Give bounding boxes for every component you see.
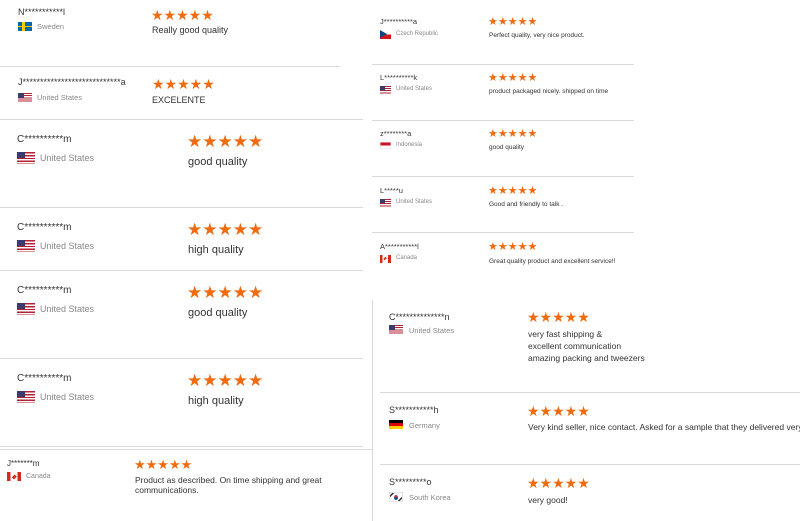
rating-stars: ★★★★★ [488, 72, 538, 84]
us-flag-icon [17, 240, 35, 252]
rating-stars: ★★★★★ [488, 185, 538, 197]
rating-stars: ★★★★★ [187, 371, 264, 390]
review-text: good quality [489, 144, 525, 151]
rating-stars: ★★★★★ [134, 457, 193, 472]
reviewer-country: United States [40, 153, 95, 163]
rating-stars: ★★★★★ [527, 309, 590, 325]
germany-flag-icon [389, 420, 403, 429]
review-card: L*****u United States ★★★★★ Good and fri… [372, 177, 634, 233]
review-card: J*******m Canada ★★★★★ Product as descri… [0, 449, 372, 521]
us-flag-icon [17, 391, 35, 403]
reviewer-country: United States [409, 326, 455, 335]
reviewer-country: Czech Republic [396, 31, 439, 37]
rating-stars: ★★★★★ [187, 220, 264, 239]
reviewer-name: z********a [380, 129, 412, 138]
review-text: EXCELENTE [152, 95, 206, 105]
review-text: Really good quality [152, 25, 229, 35]
us-flag-icon [389, 325, 403, 334]
sweden-flag-icon [18, 22, 32, 31]
review-card: C**********m United States ★★★★★ good qu… [0, 271, 363, 359]
review-text: high quality [188, 244, 244, 256]
review-card: C**************n United States ★★★★★ ver… [380, 300, 800, 393]
rating-stars: ★★★★★ [488, 241, 538, 253]
reviewer-name: S***********h [389, 405, 439, 415]
review-text: product packaged nicely. shipped on time [489, 88, 609, 95]
review-text: very fast shipping & excellent communica… [528, 329, 645, 363]
reviewer-name: S*********o [389, 477, 432, 487]
reviewer-name: J*******m [7, 459, 40, 468]
column-divider [372, 300, 373, 521]
review-text: good quality [188, 156, 248, 168]
south-korea-flag-icon [389, 492, 403, 502]
reviewer-country: United States [37, 93, 83, 102]
review-card: z********a Indonesia ★★★★★ good quality [372, 121, 634, 177]
review-card: J**********a Czech Republic ★★★★★ Perfec… [372, 8, 634, 65]
us-flag-icon [17, 303, 35, 315]
review-text: Great quality product and excellent serv… [489, 258, 616, 265]
reviewer-name: L**********k [380, 73, 418, 82]
us-flag-icon [380, 86, 391, 94]
reviewer-country: Canada [26, 473, 51, 480]
reviewer-name: N***********l [18, 7, 66, 17]
reviewer-country: Canada [396, 255, 418, 261]
us-flag-icon [18, 93, 32, 102]
reviewer-country: United States [396, 199, 433, 205]
reviewer-country: United States [40, 304, 95, 314]
indonesia-flag-icon [380, 142, 391, 149]
review-text: good quality [188, 307, 248, 319]
reviewer-name: L*****u [380, 186, 403, 195]
review-text: very good! [528, 495, 568, 505]
czech-flag-icon [380, 30, 391, 39]
reviewer-country: Sweden [37, 22, 65, 31]
review-card: N***********l Sweden ★★★★★ Really good q… [0, 0, 340, 67]
reviewer-name: J**********a [380, 17, 418, 26]
reviewer-name: J****************************a [18, 77, 126, 87]
rating-stars: ★★★★★ [488, 16, 538, 28]
reviewer-country: South Korea [409, 493, 451, 502]
review-text: Very kind seller, nice contact. Asked fo… [528, 422, 800, 432]
reviewer-name: C**********m [17, 134, 72, 145]
review-card: C**********m United States ★★★★★ high qu… [0, 208, 363, 271]
rating-stars: ★★★★★ [151, 7, 214, 23]
reviewer-name: C**********m [17, 285, 72, 296]
reviewer-country: United States [40, 392, 95, 402]
rating-stars: ★★★★★ [152, 76, 215, 92]
review-text: high quality [188, 395, 244, 407]
us-flag-icon [17, 152, 35, 164]
review-card: J****************************a United St… [0, 67, 363, 120]
review-card: L**********k United States ★★★★★ product… [372, 65, 634, 121]
reviewer-country: United States [40, 241, 95, 251]
rating-stars: ★★★★★ [527, 403, 590, 419]
rating-stars: ★★★★★ [527, 475, 590, 491]
review-text: Perfect quality, very nice product. [489, 32, 585, 39]
rating-stars: ★★★★★ [488, 128, 538, 140]
review-card: S*********o South Korea ★★★★★ very good! [380, 465, 800, 521]
review-text: Good and friendly to talk . [489, 201, 564, 208]
review-card: C**********m United States ★★★★★ high qu… [0, 359, 363, 447]
review-card: A***********l Canada ★★★★★ Great quality… [372, 233, 634, 283]
review-card: C**********m United States ★★★★★ good qu… [0, 120, 363, 208]
reviewer-name: C**************n [389, 312, 450, 322]
reviewer-name: A***********l [380, 242, 419, 251]
canada-flag-icon [7, 472, 21, 481]
rating-stars: ★★★★★ [187, 283, 264, 302]
rating-stars: ★★★★★ [187, 132, 264, 151]
review-card: S***********h Germany ★★★★★ Very kind se… [380, 393, 800, 465]
reviewer-country: Indonesia [396, 142, 423, 148]
canada-flag-icon [380, 255, 391, 263]
review-text: Product as described. On time shipping a… [135, 475, 322, 495]
reviewer-name: C**********m [17, 222, 72, 233]
reviewer-name: C**********m [17, 373, 72, 384]
reviewer-country: United States [396, 86, 433, 92]
us-flag-icon [380, 199, 391, 207]
reviewer-country: Germany [409, 421, 440, 430]
